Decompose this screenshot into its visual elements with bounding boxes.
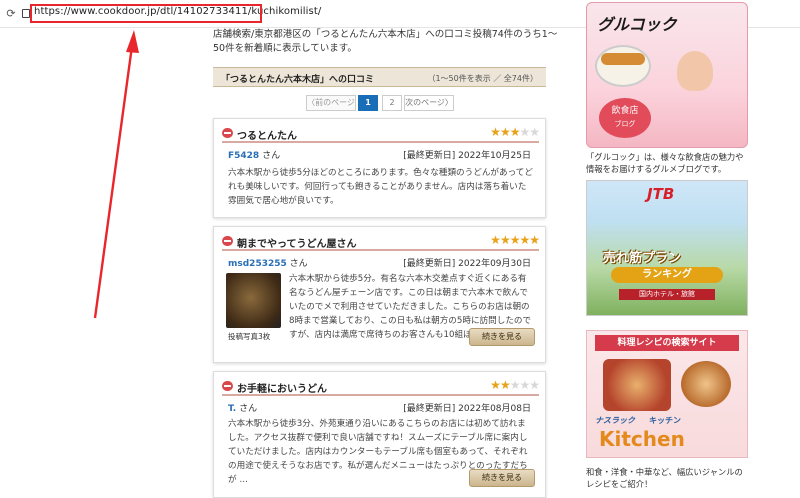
reviewer-name-link[interactable]: F5428 (228, 151, 259, 161)
review-photo[interactable] (226, 273, 281, 328)
review-title: つるとんたん (237, 131, 297, 142)
star-icon: ★ (509, 378, 521, 392)
comment-bubble-icon (222, 236, 233, 246)
gurucook-caption: 「グルコック」は、様々な飲食店の魅力や情報をお届けするグルメブログです。 (586, 152, 744, 174)
dish-image (603, 359, 671, 411)
lock-icon (22, 9, 30, 18)
reload-icon[interactable]: ⟳ (4, 7, 18, 21)
jtb-headline: 売れ筋プラン (603, 251, 682, 266)
star-icon: ★ (529, 125, 540, 139)
jtb-ranking-label: ランキング (611, 267, 723, 283)
kitchen-caption: 和食・洋食・中華など、幅広いジャンルのレシピをご紹介！ (586, 467, 743, 489)
reviewer: T. さん (228, 404, 258, 414)
star-icon: ★ (499, 378, 511, 392)
annotation-highlight-box (30, 4, 262, 23)
gurucook-logo: グルコック (597, 15, 677, 34)
dish-image (681, 361, 731, 407)
star-icon: ★ (509, 233, 521, 247)
review-card: つるとんたん ★★★★★ F5428 さん [最終更新日] 2022年10月25… (213, 118, 546, 218)
person-illustration (677, 51, 713, 91)
reviewer: msd253255 さん (228, 259, 308, 269)
star-icon: ★ (519, 233, 530, 247)
star-icon: ★ (519, 378, 530, 392)
comment-bubble-icon (222, 128, 233, 138)
reviewer-name-link[interactable]: T. (228, 404, 236, 414)
kitchen-brand-mid: キッチン (649, 416, 681, 425)
review-header: お手軽においうどん ★★★★★ (222, 378, 540, 396)
kitchen-logo: Kitchen (599, 427, 685, 451)
update-date: [最終更新日] 2022年09月30日 (403, 259, 531, 269)
page-1-button[interactable]: 1 (358, 95, 378, 111)
star-icon: ★ (499, 125, 511, 139)
update-date: [最終更新日] 2022年08月08日 (403, 404, 531, 414)
star-icon: ★ (490, 378, 501, 392)
photo-count-label: 投稿写真3枚 (228, 332, 271, 341)
update-date: [最終更新日] 2022年10月25日 (403, 151, 531, 161)
rating-stars: ★★★★★ (490, 233, 540, 247)
star-icon: ★ (529, 233, 540, 247)
read-more-button[interactable]: 続きを見る (469, 328, 535, 346)
next-page-button[interactable]: 次のページ〉 (404, 95, 454, 111)
star-icon: ★ (509, 125, 521, 139)
food-plate-image (595, 45, 651, 87)
blog-badge: 飲食店 ブログ (599, 98, 651, 138)
star-icon: ★ (490, 233, 501, 247)
rating-stars: ★★★★★ (490, 378, 540, 392)
review-card: お手軽においうどん ★★★★★ T. さん [最終更新日] 2022年08月08… (213, 371, 546, 498)
review-header: 朝までやってうどん屋さん ★★★★★ (222, 233, 540, 251)
kitchen-brand-small: ナスラック (595, 416, 635, 425)
kitchen-banner[interactable]: 料理レシピの検索サイト ナスラック キッチン Kitchen (586, 330, 748, 458)
rating-stars: ★★★★★ (490, 125, 540, 139)
arrow-shaft (93, 45, 134, 319)
review-card: 朝までやってうどん屋さん ★★★★★ msd253255 さん [最終更新日] … (213, 226, 546, 363)
prev-page-button[interactable]: 〈前のページ (306, 95, 356, 111)
jtb-subtitle: 国内ホテル・旅館 (619, 289, 715, 300)
reviewer-name-link[interactable]: msd253255 (228, 259, 287, 269)
star-icon: ★ (519, 125, 530, 139)
page-2-button[interactable]: 2 (382, 95, 402, 111)
review-title: 朝までやってうどん屋さん (237, 239, 357, 250)
review-title: お手軽においうどん (237, 384, 327, 395)
kitchen-banner-title: 料理レシピの検索サイト (595, 335, 739, 351)
intro-text: 店舗検索/東京都港区の「つるとんたん六本木店」への口コミ投稿74件のうち1～50… (213, 29, 558, 54)
comment-bubble-icon (222, 381, 233, 391)
fried-shrimp-image (601, 53, 645, 65)
star-icon: ★ (499, 233, 511, 247)
star-icon: ★ (529, 378, 540, 392)
review-header: つるとんたん ★★★★★ (222, 125, 540, 143)
review-section-title: 「つるとんたん六本木店」への口コミ (221, 75, 375, 85)
read-more-button[interactable]: 続きを見る (469, 469, 535, 487)
review-section-header: 「つるとんたん六本木店」への口コミ （1～50件を表示 ／ 全74件） (213, 67, 546, 87)
reviewer: F5428 さん (228, 151, 281, 161)
arrow-head (126, 30, 139, 53)
jtb-logo: JTB (647, 185, 675, 203)
jtb-banner[interactable]: JTB 売れ筋プラン ランキング 国内ホテル・旅館 (586, 180, 748, 316)
gurucook-banner[interactable]: グルコック 飲食店 ブログ (586, 2, 748, 148)
star-icon: ★ (490, 125, 501, 139)
review-text: 六本木駅から徒歩5分ほどのところにあります。色々な種類のうどんがあってどれも美味… (228, 168, 533, 206)
review-count: （1～50件を表示 ／ 全74件） (427, 74, 538, 83)
